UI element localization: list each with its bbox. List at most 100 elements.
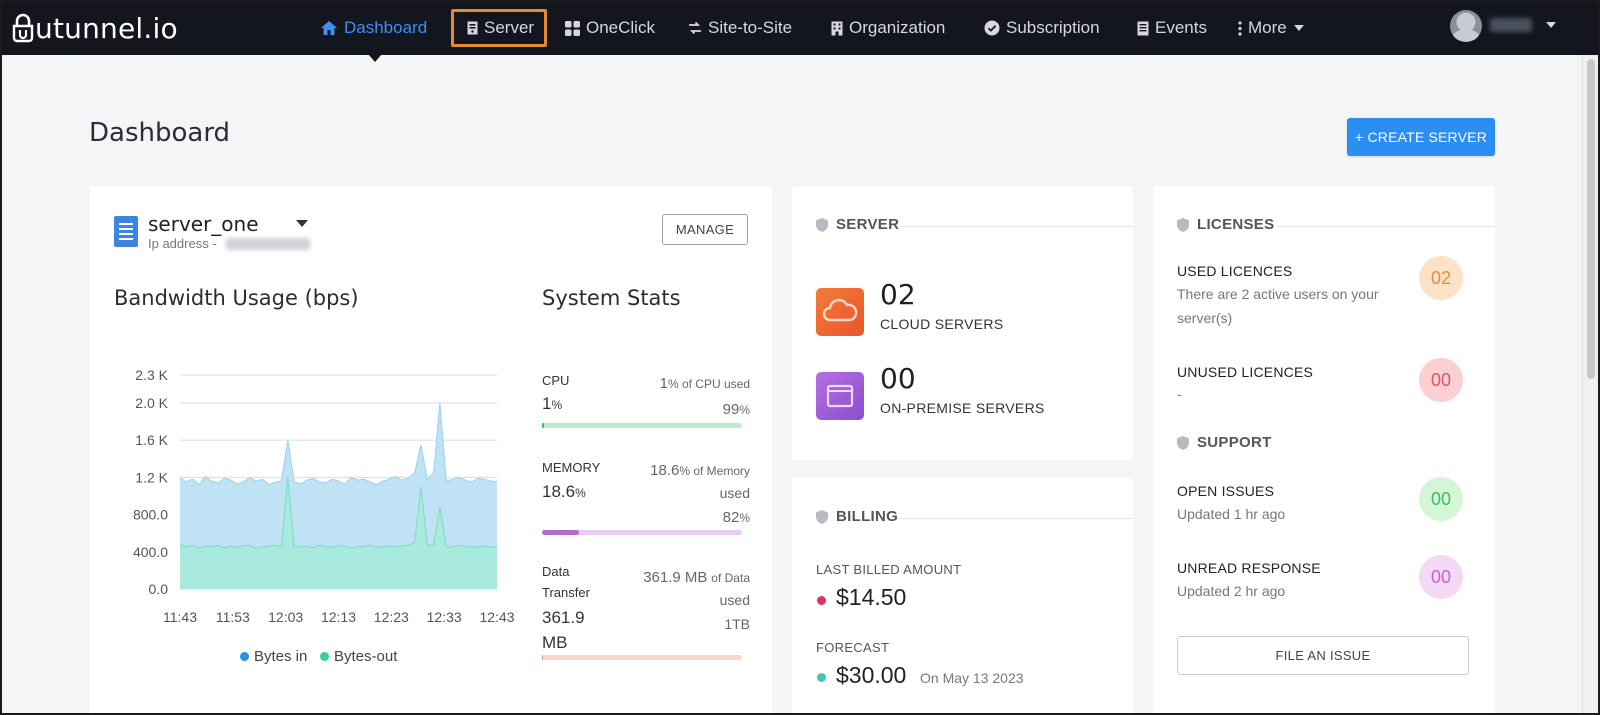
chevron-down-icon [1293, 25, 1304, 31]
used-licences-desc-2: server(s) [1177, 310, 1233, 326]
unread-response-title: UNREAD RESPONSE [1177, 560, 1321, 576]
open-issues-updated: Updated 1 hr ago [1177, 506, 1286, 522]
memory-free-value: 82% [722, 509, 750, 526]
unread-response-updated: Updated 2 hr ago [1177, 583, 1286, 599]
x-tick-label: 12:43 [479, 609, 514, 625]
nav-label: OneClick [586, 18, 655, 37]
nav-oneclick[interactable]: OneClick [565, 13, 655, 43]
y-tick-label: 2.0 K [135, 395, 168, 411]
page-scrollbar[interactable] [1582, 55, 1598, 713]
x-tick-label: 12:33 [427, 609, 462, 625]
forecast-dot [817, 673, 826, 682]
nav-more[interactable]: More [1238, 13, 1304, 43]
nav-organization[interactable]: Organization [831, 13, 945, 43]
licenses-heading: LICENSES [1177, 216, 1274, 233]
shield-icon [1177, 217, 1189, 232]
transfer-label-2: Transfer [542, 585, 590, 600]
home-icon [321, 21, 337, 35]
cloud-server-count: 02 [880, 278, 916, 311]
memory-value: 18.6% [542, 482, 586, 501]
transfer-limit: 1TB [724, 616, 750, 632]
last-billed-label: LAST BILLED AMOUNT [816, 562, 962, 577]
shield-icon [816, 217, 828, 232]
nav-subscription[interactable]: Subscription [984, 13, 1100, 43]
nav-server[interactable]: Server [467, 13, 534, 43]
transfer-used-text-2: used [719, 592, 750, 608]
x-tick-label: 11:53 [216, 609, 250, 625]
licenses-support-card: LICENSES USED LICENCES There are 2 activ… [1153, 186, 1495, 713]
scrollbar-thumb[interactable] [1587, 59, 1595, 379]
legend-swatch [320, 652, 329, 661]
create-server-button[interactable]: + CREATE SERVER [1347, 118, 1495, 156]
unused-licences-desc: - [1177, 386, 1182, 402]
nav-label: Subscription [1006, 18, 1100, 37]
transfer-label: Data [542, 564, 570, 579]
billing-heading-label: BILLING [836, 508, 899, 525]
nav-label: Dashboard [344, 18, 428, 37]
on-premise-icon-box [816, 372, 864, 420]
divider [900, 226, 1133, 227]
cpu-usage-fill [542, 423, 544, 428]
shield-icon [1177, 435, 1189, 450]
legend-label: Bytes in [254, 648, 308, 665]
used-licences-badge: 02 [1419, 256, 1463, 300]
cloud-icon-box [816, 288, 864, 336]
user-avatar[interactable] [1450, 10, 1482, 42]
calendar-icon [1137, 21, 1149, 35]
y-tick-label: 2.3 K [135, 367, 168, 383]
transfer-used-text: 361.9 MB of Data [643, 569, 750, 586]
legend-swatch [240, 652, 249, 661]
unused-licences-badge: 00 [1419, 358, 1463, 402]
brand-name: utunnel.io [35, 11, 178, 45]
y-tick-label: 1.6 K [135, 432, 168, 448]
nav-label: More [1248, 18, 1287, 37]
more-vertical-icon [1238, 20, 1242, 36]
memory-label: MEMORY [542, 460, 601, 475]
y-tick-label: 0.0 [149, 581, 169, 597]
nav-dashboard[interactable]: Dashboard [320, 13, 427, 43]
lock-logo-icon [12, 13, 34, 43]
nav-label: Organization [849, 18, 946, 37]
billing-heading: BILLING [816, 508, 898, 525]
shield-icon [816, 509, 828, 524]
on-premise-server-label: ON-PREMISE SERVERS [880, 400, 1045, 416]
nav-events[interactable]: Events [1137, 13, 1207, 43]
nav-label: Site-to-Site [708, 18, 793, 37]
transfer-usage-fill [542, 655, 543, 660]
memory-usage-bar [542, 530, 742, 535]
unread-response-badge: 00 [1419, 555, 1463, 599]
legend-bytes-out: Bytes-out [320, 648, 397, 665]
billing-card: BILLING LAST BILLED AMOUNT $14.50 FORECA… [792, 478, 1133, 713]
bandwidth-chart: 0.0 400.0 800.0 1.2 K 1.6 K 2.0 K 2.3 K 11:43 11… [133, 367, 515, 625]
support-heading: SUPPORT [1177, 434, 1272, 451]
building-icon [831, 21, 843, 35]
used-licences-title: USED LICENCES [1177, 263, 1293, 279]
memory-used-text-2: used [719, 485, 750, 501]
memory-usage-fill [542, 530, 580, 535]
nav-site-to-site[interactable]: Site-to-Site [688, 13, 792, 43]
system-stats-title: System Stats [542, 286, 681, 310]
top-navbar: utunnel.io Dashboard Server OneClick Sit… [2, 2, 1598, 55]
transfer-value: 361.9 [542, 608, 585, 627]
y-tick-label: 800.0 [133, 507, 168, 523]
app-frame: utunnel.io Dashboard Server OneClick Sit… [0, 0, 1600, 715]
file-issue-button[interactable]: FILE AN ISSUE [1177, 636, 1469, 675]
server-summary-card: SERVER 02 CLOUD SERVERS 00 ON-PREMISE SE… [792, 186, 1133, 460]
nav-label: Events [1155, 18, 1207, 37]
server-heading-label: SERVER [836, 216, 900, 233]
cpu-free-value: 99% [722, 401, 750, 418]
cpu-used-text: 1% of CPU used [659, 375, 750, 392]
check-circle-icon [984, 20, 1000, 36]
legend-label: Bytes-out [334, 648, 398, 665]
divider [1277, 226, 1495, 227]
x-tick-label: 12:03 [268, 609, 303, 625]
legend-bytes-in: Bytes in [240, 648, 307, 665]
brand-logo[interactable]: utunnel.io [12, 8, 178, 48]
x-tick-label: 12:23 [374, 609, 409, 625]
last-billed-amount: $14.50 [836, 584, 907, 610]
user-name-redacted[interactable] [1490, 18, 1532, 32]
on-premise-server-count: 00 [880, 362, 916, 395]
forecast-label: FORECAST [816, 640, 890, 655]
user-menu-chevron-icon[interactable] [1546, 22, 1556, 28]
manage-button[interactable]: MANAGE [662, 214, 748, 245]
